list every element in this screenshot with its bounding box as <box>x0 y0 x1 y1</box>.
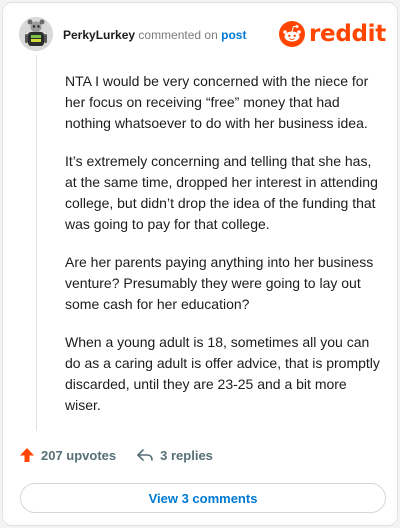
reddit-logo[interactable]: reddit <box>279 21 386 47</box>
comment-actions: 207 upvotes 3 replies <box>19 447 213 463</box>
comment-header: PerkyLurkey commented on post <box>63 28 246 42</box>
view-comments-button[interactable]: View 3 comments <box>20 483 386 513</box>
comment-paragraph: It’s extremely concerning and telling th… <box>65 153 378 232</box>
commented-on-text: commented on <box>138 28 218 42</box>
replies-count: 3 replies <box>160 447 213 463</box>
username-link[interactable]: PerkyLurkey <box>63 28 135 42</box>
reddit-snoo-icon <box>279 21 305 47</box>
thread-line[interactable] <box>36 55 37 431</box>
comment-card: PerkyLurkey commented on post reddit NTA… <box>2 2 398 526</box>
user-avatar[interactable] <box>19 17 53 51</box>
avatar-snoo-icon <box>19 17 53 51</box>
upvote-arrow-icon <box>20 448 34 462</box>
reddit-wordmark: reddit <box>309 21 386 47</box>
comment-paragraph: Are her parents paying anything into her… <box>65 254 374 312</box>
comment-paragraph: NTA I would be very concerned with the n… <box>65 73 369 131</box>
replies-button[interactable]: 3 replies <box>136 447 213 463</box>
post-link[interactable]: post <box>221 28 246 42</box>
comment-paragraph: When a young adult is 18, sometimes all … <box>65 334 380 413</box>
upvote-button[interactable]: 207 upvotes <box>19 447 116 463</box>
reply-arrow-icon <box>137 449 153 461</box>
comment-body: NTA I would be very concerned with the n… <box>65 71 383 433</box>
upvote-count: 207 upvotes <box>41 447 117 463</box>
